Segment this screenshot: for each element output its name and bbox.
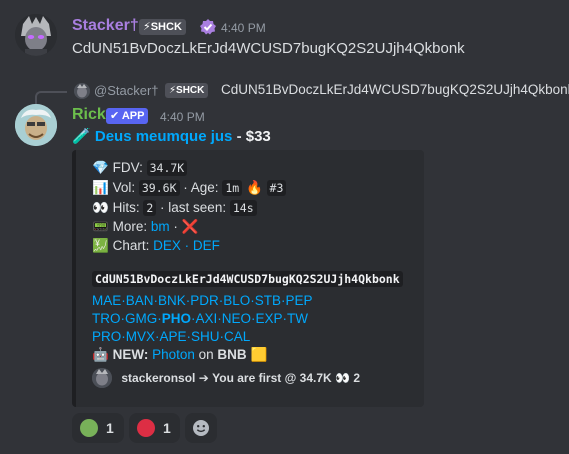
reply-author[interactable]: @Stacker† [94, 83, 159, 98]
eyes-icon: 👀 [335, 371, 350, 385]
photon-new-link[interactable]: Photon [152, 347, 195, 362]
fdv-value: 34.7K [146, 160, 188, 176]
message-timestamp[interactable]: 4:40 PM [160, 110, 205, 124]
age-label: · Age: [183, 180, 219, 195]
rick-username[interactable]: Rick [72, 106, 106, 124]
arrow-icon: ➔ [198, 371, 209, 385]
token-headline: 🧪 Deus meumque jus - $33 [72, 127, 271, 145]
bnb-label: BNB [217, 347, 247, 362]
volume-line: 📊 Vol: 39.6K · Age: 1m 🔥 #3 [92, 180, 287, 196]
embed-footer: stackeronsol ➔ You are first @ 34.7K 👀 2 [92, 368, 360, 394]
hits-label: Hits: [112, 200, 140, 215]
dex-links-row-1[interactable]: MAE·BAN·BNK·PDR·BLO·STB·PEP [92, 293, 313, 308]
reply-avatar[interactable] [74, 83, 90, 99]
dex-links-row-2-c[interactable]: ·AXI·NEO·EXP·TW [191, 311, 308, 326]
red-circle-icon [137, 419, 155, 437]
def-link[interactable]: DEF [193, 238, 220, 253]
dex-links-row-2-a[interactable]: TRO·GMG· [92, 311, 162, 326]
fdv-line: 💎 FDV: 34.7K [92, 160, 188, 176]
new-line: 🤖 NEW: Photon on BNB 🟨 [92, 347, 267, 363]
chart-separator: · [180, 238, 193, 253]
token-embed: 💎 FDV: 34.7K 📊 Vol: 39.6K · Age: 1m 🔥 #3… [72, 150, 424, 407]
reaction-count: 1 [163, 420, 171, 436]
last-seen-value: 14s [229, 200, 257, 216]
reaction-count: 1 [106, 420, 114, 436]
reaction-red-circle[interactable]: 1 [129, 413, 180, 443]
photon-link[interactable]: PHO [162, 311, 191, 326]
rick-avatar[interactable] [15, 104, 57, 146]
rank-value: #3 [266, 180, 287, 196]
gem-icon: 💎 [92, 160, 109, 175]
x-link-icon[interactable]: ❌ [182, 219, 199, 234]
chart-yen-icon: 💹 [92, 238, 109, 253]
age-value: 1m [222, 180, 243, 196]
bar-chart-icon: 📊 [92, 180, 109, 195]
verified-badge-icon [200, 19, 216, 35]
dex-links-row-3[interactable]: PRO·MVX·APE·SHU·CAL [92, 329, 250, 344]
last-seen-label: · last seen: [160, 200, 227, 215]
stacker-server-tag[interactable]: ⚡SHCK [139, 19, 186, 35]
hits-line: 👀 Hits: 2 · last seen: 14s [92, 200, 257, 216]
headline-separator: - [232, 128, 246, 145]
app-badge: ✔ APP [106, 108, 149, 124]
new-label: NEW: [112, 347, 149, 362]
vol-value: 39.6K [138, 180, 180, 196]
stacker-username[interactable]: Stacker† [72, 17, 139, 35]
bnb-icon: 🟨 [250, 347, 268, 362]
eyes-icon: 👀 [92, 200, 109, 215]
message-timestamp[interactable]: 4:40 PM [221, 21, 266, 35]
more-line: 📟 More: bm · ❌ [92, 219, 198, 235]
chart-label: Chart: [112, 238, 150, 253]
footer-count: 2 [353, 371, 360, 385]
message-content: CdUN51BvDoczLkErJd4WCUSD7bugKQ2S2UJjh4Qk… [72, 40, 465, 57]
add-reaction-button[interactable] [185, 413, 217, 443]
reply-server-tag[interactable]: ⚡SHCK [165, 83, 209, 98]
new-on-text: on [194, 347, 218, 362]
footer-text: You are first @ 34.7K [212, 371, 332, 385]
footer-avatar [92, 368, 112, 388]
smiley-add-icon [193, 420, 209, 436]
bm-link[interactable]: bm [151, 219, 170, 234]
token-price: $33 [245, 128, 271, 145]
stacker-avatar[interactable] [15, 14, 57, 56]
footer-username: stackeronsol [121, 371, 196, 385]
green-circle-icon [80, 419, 98, 437]
token-name-link[interactable]: Deus meumque jus [95, 128, 233, 145]
fdv-label: FDV: [112, 160, 143, 175]
chart-line: 💹 Chart: DEX · DEF [92, 238, 220, 254]
more-separator: · [169, 219, 182, 234]
contract-address[interactable]: CdUN51BvDoczLkErJd4WCUSD7bugKQ2S2UJjh4Qk… [92, 271, 403, 287]
dex-links-row-2[interactable]: TRO·GMG·PHO·AXI·NEO·EXP·TW [92, 311, 308, 326]
robot-icon: 🤖 [92, 347, 109, 362]
more-label: More: [112, 219, 148, 234]
dex-link[interactable]: DEX [153, 238, 181, 253]
vol-label: Vol: [112, 180, 136, 195]
fire-icon: 🔥 [245, 180, 263, 195]
hits-value: 2 [143, 200, 157, 216]
reaction-green-circle[interactable]: 1 [72, 413, 124, 443]
test-tube-icon: 🧪 [72, 128, 91, 145]
pager-icon: 📟 [92, 219, 109, 234]
reply-connector [35, 91, 67, 105]
reply-preview-text[interactable]: CdUN51BvDoczLkErJd4WCUSD7bugKQ2S2UJjh4Qk… [221, 82, 569, 97]
